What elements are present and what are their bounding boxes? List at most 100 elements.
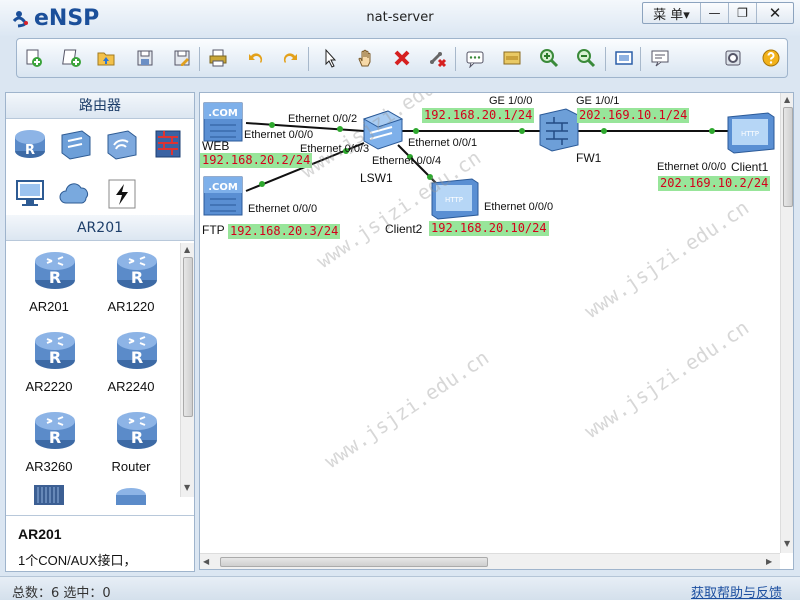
- fit-view-icon[interactable]: [614, 48, 634, 68]
- scroll-up-icon[interactable]: ▲: [184, 245, 190, 254]
- status-bar: 总数：6 选中：0 获取帮助与反馈: [0, 576, 800, 600]
- lsw1-switch-icon[interactable]: [362, 110, 404, 150]
- port-label: GE 1/0/1: [576, 95, 620, 107]
- router-icon: R: [35, 412, 75, 449]
- settings-icon[interactable]: [723, 48, 743, 68]
- menu-button[interactable]: 菜 单▾: [643, 3, 701, 23]
- port-dot: [337, 126, 343, 132]
- device-label-client2: Client2: [385, 222, 423, 236]
- save-icon[interactable]: [135, 48, 155, 68]
- device-panel: 路由器 R AR201 R AR201 R AR1220 R AR2220 R …: [5, 92, 195, 572]
- zoom-in-icon[interactable]: [539, 48, 559, 68]
- router-icon: R: [35, 332, 75, 369]
- device-label: AR1220: [107, 299, 155, 314]
- text-label-icon[interactable]: [465, 48, 485, 68]
- device-ar2240[interactable]: R AR2240: [96, 329, 166, 394]
- web-server-icon[interactable]: .COM: [203, 102, 243, 142]
- scroll-left-icon[interactable]: ◀: [203, 557, 209, 566]
- device-router[interactable]: R Router: [96, 409, 166, 474]
- new-example-icon[interactable]: [62, 48, 82, 68]
- help-feedback-link[interactable]: 获取帮助与反馈: [691, 582, 782, 600]
- scroll-down-icon[interactable]: ▼: [784, 539, 790, 548]
- canvas-horizontal-scrollbar[interactable]: ◀ ▶: [200, 553, 780, 569]
- minimize-button[interactable]: —: [701, 3, 729, 23]
- port-label: GE 1/0/0: [489, 95, 533, 107]
- svg-text:R: R: [49, 348, 61, 367]
- svg-text:R: R: [49, 268, 61, 287]
- title-bar: eNSP nat-server 菜 单▾ — ❐ ✕: [0, 0, 800, 36]
- device-label: AR2220: [25, 379, 73, 394]
- device-ar3260[interactable]: R AR3260: [14, 409, 84, 474]
- help-icon[interactable]: [761, 48, 781, 68]
- device-list-scrollbar[interactable]: ▲ ▼: [180, 243, 194, 497]
- svg-text:HTTP: HTTP: [741, 130, 759, 138]
- window-controls: 菜 单▾ — ❐ ✕: [642, 2, 794, 24]
- device-ar201[interactable]: R AR201: [14, 249, 84, 314]
- palette-icon[interactable]: [502, 48, 522, 68]
- device-ar2220[interactable]: R AR2220: [14, 329, 84, 394]
- client1-http-icon[interactable]: HTTP: [727, 112, 775, 154]
- router-icon: R: [117, 252, 157, 289]
- scroll-thumb[interactable]: [183, 257, 193, 417]
- ip-label-client1: 202.169.10.2/24: [658, 176, 771, 191]
- huawei-forum-icon[interactable]: [686, 48, 706, 68]
- toolbar-separator: [605, 47, 606, 71]
- port-label: Ethernet 0/0/1: [408, 137, 478, 149]
- ftp-server-icon[interactable]: .COM: [203, 176, 243, 216]
- port-label: Ethernet 0/0/0: [484, 201, 554, 213]
- console-icon[interactable]: [650, 48, 670, 68]
- delete-icon[interactable]: [392, 48, 412, 68]
- close-button[interactable]: ✕: [757, 3, 793, 23]
- device-label: AR3260: [25, 459, 73, 474]
- scroll-right-icon[interactable]: ▶: [766, 557, 772, 566]
- device-label: AR2240: [107, 379, 155, 394]
- router-icon: R: [35, 252, 75, 289]
- new-topology-icon[interactable]: [24, 48, 44, 68]
- device-label-client1: Client1: [731, 160, 769, 174]
- toolbar-separator: [640, 47, 641, 71]
- wlan-category-icon[interactable]: [104, 127, 140, 161]
- info-description: 1个CON/AUX接口，: [18, 553, 137, 568]
- device-label-lsw1: LSW1: [360, 171, 393, 185]
- select-icon[interactable]: [320, 48, 340, 68]
- svg-text:R: R: [131, 428, 143, 447]
- save-as-icon[interactable]: [172, 48, 192, 68]
- redo-icon[interactable]: [281, 48, 301, 68]
- delete-links-icon[interactable]: [428, 48, 448, 68]
- device-ar1220[interactable]: R AR1220: [96, 249, 166, 314]
- scroll-down-icon[interactable]: ▼: [184, 483, 190, 492]
- scroll-thumb[interactable]: [220, 557, 488, 567]
- canvas-vertical-scrollbar[interactable]: ▲ ▼: [780, 93, 793, 553]
- zoom-out-icon[interactable]: [576, 48, 596, 68]
- open-icon[interactable]: [96, 48, 116, 68]
- restore-button[interactable]: ❐: [729, 3, 757, 23]
- undo-icon[interactable]: [245, 48, 265, 68]
- port-label: Ethernet 0/0/4: [372, 155, 442, 167]
- svg-text:R: R: [131, 348, 143, 367]
- device-label-web: WEB: [202, 139, 230, 153]
- firewall-category-icon[interactable]: [150, 127, 186, 161]
- rack-device-icon[interactable]: [32, 485, 66, 505]
- client2-http-icon[interactable]: HTTP: [431, 178, 479, 220]
- port-label: Ethernet 0/0/0: [657, 161, 727, 173]
- port-dot: [709, 128, 715, 134]
- router-icon[interactable]: [114, 485, 148, 505]
- device-info-box: AR201 1个CON/AUX接口，: [6, 515, 194, 571]
- pc-category-icon[interactable]: [12, 177, 48, 211]
- port-dot: [269, 122, 275, 128]
- scroll-up-icon[interactable]: ▲: [784, 95, 790, 104]
- cloud-category-icon[interactable]: [58, 177, 94, 211]
- port-dot: [601, 128, 607, 134]
- scroll-thumb[interactable]: [783, 107, 793, 207]
- fw1-firewall-icon[interactable]: [539, 108, 579, 152]
- link-category-icon[interactable]: [104, 177, 140, 211]
- topology-canvas[interactable]: .COM .COM HTTP HTTP Ethernet 0/0/2 Ether…: [199, 92, 794, 570]
- svg-text:R: R: [131, 268, 143, 287]
- router-category-icon[interactable]: R: [12, 127, 48, 161]
- switch-category-icon[interactable]: [58, 127, 94, 161]
- print-icon[interactable]: [208, 48, 228, 68]
- category-header: 路由器: [6, 93, 194, 119]
- ip-label-web: 192.168.20.2/24: [200, 153, 313, 168]
- port-dot: [259, 181, 265, 187]
- drag-hand-icon[interactable]: [356, 48, 376, 68]
